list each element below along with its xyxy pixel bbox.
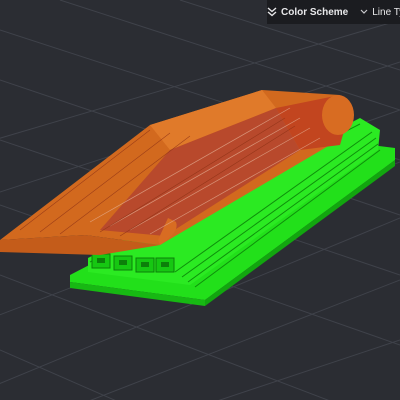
gcode-preview-canvas[interactable] bbox=[0, 0, 400, 400]
chevron-down-icon bbox=[359, 7, 369, 17]
collapse-toolbar-button[interactable] bbox=[267, 0, 277, 24]
line-type-dropdown[interactable]: Line Type bbox=[354, 0, 400, 24]
color-scheme-label: Color Scheme bbox=[281, 6, 349, 18]
preview-viewport[interactable]: Color Scheme Line Type bbox=[0, 0, 400, 400]
line-type-label: Line Type bbox=[372, 6, 400, 18]
view-toolbar: Color Scheme Line Type bbox=[267, 0, 400, 24]
color-scheme-button[interactable]: Color Scheme bbox=[277, 0, 354, 24]
double-chevron-down-icon bbox=[267, 7, 277, 17]
